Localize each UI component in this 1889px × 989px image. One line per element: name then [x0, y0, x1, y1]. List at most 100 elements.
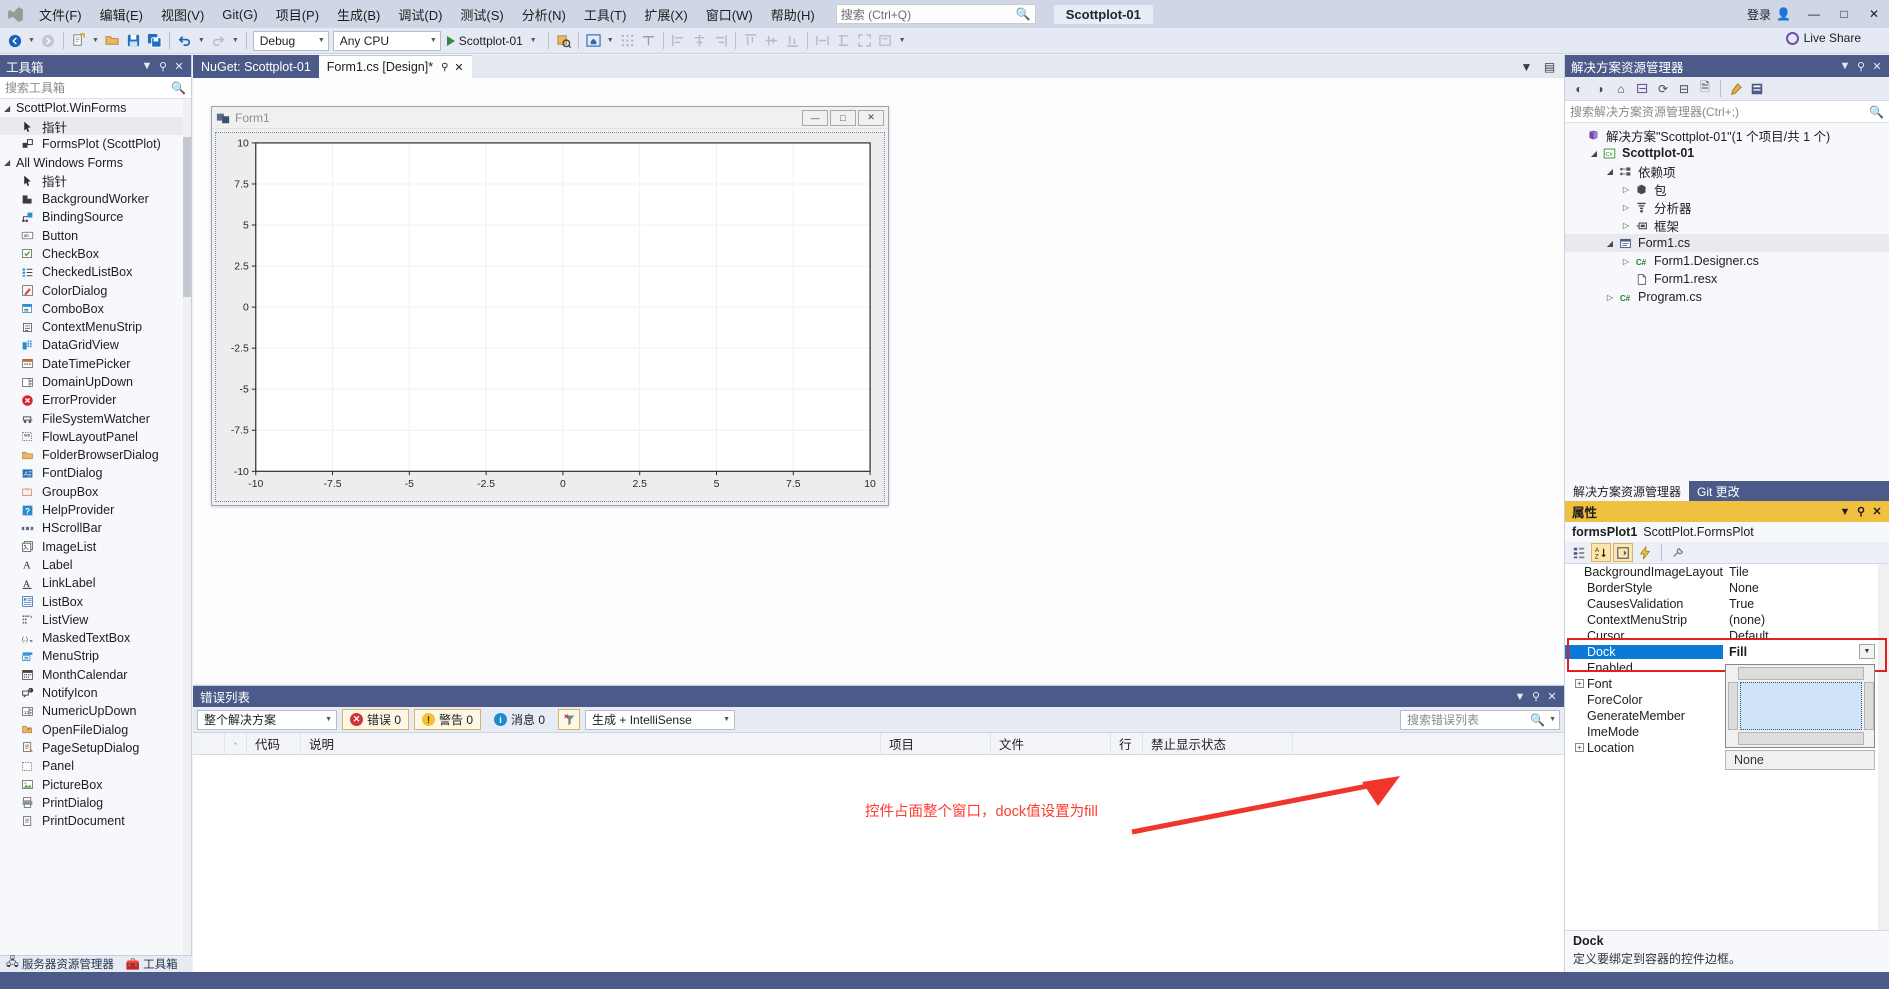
toolbox-item[interactable]: FormsPlot (ScottPlot)	[0, 135, 191, 153]
toolbox-item[interactable]: abButton	[0, 226, 191, 244]
toolbox-group-header[interactable]: ◢ScottPlot.WinForms	[0, 99, 191, 117]
formsplot-control[interactable]: -10-7.5-5-2.502.557.510-10-7.5-5-2.502.5…	[215, 132, 885, 502]
expand-icon[interactable]: +	[1575, 679, 1584, 688]
form-close-button[interactable]: ✕	[858, 110, 884, 126]
toolbox-item[interactable]: HScrollBar	[0, 519, 191, 537]
toolbox-item[interactable]: xyGroupBox	[0, 483, 191, 501]
property-row[interactable]: BorderStyleNone	[1565, 580, 1889, 596]
property-value-cell[interactable]: (none)	[1723, 613, 1889, 627]
se-show-all-files-icon[interactable]: 🗎	[1695, 79, 1715, 99]
property-value-cell[interactable]: True	[1723, 597, 1889, 611]
property-value-cell[interactable]: Default	[1723, 629, 1889, 643]
solution-explorer-close-icon[interactable]: ✕	[1869, 60, 1885, 73]
se-properties-icon[interactable]	[1747, 79, 1767, 99]
tree-twisty-icon[interactable]: ▷	[1619, 185, 1633, 194]
maximize-button[interactable]: □	[1829, 0, 1859, 28]
live-share-button[interactable]: Live Share	[1786, 31, 1861, 45]
column-suppression-state[interactable]: 禁止显示状态	[1143, 733, 1293, 755]
dock-dropdown-icon[interactable]: ▼	[1859, 644, 1875, 659]
menu-window[interactable]: 窗口(W)	[697, 1, 762, 28]
se-forward-icon[interactable]: ◑	[1590, 79, 1610, 99]
menu-build[interactable]: 生成(B)	[328, 1, 389, 28]
toolbox-item[interactable]: PictureBox	[0, 775, 191, 793]
toolbar-overflow-icon[interactable]: ▼	[896, 37, 909, 44]
error-scope-combo[interactable]: 整个解决方案 ▼	[197, 710, 337, 730]
column-icon[interactable]	[193, 733, 225, 755]
menu-test[interactable]: 测试(S)	[451, 1, 512, 28]
new-project-dropdown-icon[interactable]: ▼	[89, 37, 102, 44]
toolbox-item[interactable]: FlowLayoutPanel	[0, 428, 191, 446]
properties-scrollbar[interactable]	[1878, 564, 1889, 930]
dock-top-option[interactable]	[1738, 667, 1864, 680]
menu-file[interactable]: 文件(F)	[30, 1, 91, 28]
toolbox-item[interactable]: DateTimePicker	[0, 355, 191, 373]
open-file-icon[interactable]	[102, 30, 123, 51]
dock-bottom-option[interactable]	[1738, 732, 1864, 745]
error-list-dropdown-icon[interactable]: ▼	[1512, 691, 1528, 703]
error-list-search-input[interactable]: 搜索错误列表 🔍 ▼	[1400, 710, 1560, 730]
property-row[interactable]: CursorDefault	[1565, 628, 1889, 644]
tree-twisty-icon[interactable]: ▷	[1619, 257, 1633, 266]
toolbox-item[interactable]: ?HelpProvider	[0, 501, 191, 519]
column-description[interactable]: 说明	[301, 733, 881, 755]
menu-analyze[interactable]: 分析(N)	[513, 1, 575, 28]
platform-combo[interactable]: Any CPU ▼	[333, 31, 441, 51]
scottplot-chart[interactable]: -10-7.5-5-2.502.557.510-10-7.5-5-2.502.5…	[218, 135, 882, 499]
dock-value-editor[interactable]	[1725, 664, 1875, 748]
tree-twisty-icon[interactable]: ◢	[1603, 167, 1617, 176]
solution-tree-item[interactable]: ▷框架	[1565, 216, 1889, 234]
form-maximize-button[interactable]: □	[830, 110, 856, 126]
toolbox-search-input[interactable]: 搜索工具箱 🔍	[0, 77, 191, 99]
column-file[interactable]: 文件	[991, 733, 1111, 755]
menu-git[interactable]: Git(G)	[213, 3, 266, 26]
split-view-icon[interactable]: ▤	[1539, 56, 1560, 77]
errors-toggle-button[interactable]: ✕ 错误 0	[342, 709, 409, 730]
tree-twisty-icon[interactable]: ◢	[1603, 239, 1617, 248]
toolbox-scroll-thumb[interactable]	[183, 137, 191, 297]
toolbox-item[interactable]: CheckBox	[0, 245, 191, 263]
properties-object-selector[interactable]: formsPlot1 ScottPlot.FormsPlot	[1565, 522, 1889, 542]
close-button[interactable]: ✕	[1859, 0, 1889, 28]
toolbox-item[interactable]: AFontDialog	[0, 464, 191, 482]
solution-tree-item[interactable]: 解决方案"Scottplot-01"(1 个项目/共 1 个)	[1565, 126, 1889, 144]
se-back-icon[interactable]: ◐	[1569, 79, 1589, 99]
menu-edit[interactable]: 编辑(E)	[91, 1, 152, 28]
undo-icon[interactable]	[174, 30, 195, 51]
toolbox-item[interactable]: PrintDialog	[0, 794, 191, 812]
tab-toolbox[interactable]: 🧰 工具箱	[120, 956, 184, 972]
tab-form1-design[interactable]: Form1.cs [Design]* ⚲ ✕	[319, 55, 472, 78]
home-view-icon[interactable]	[583, 30, 604, 51]
properties-grid[interactable]: BackgroundImageLayoutTileBorderStyleNone…	[1565, 564, 1889, 930]
error-list-pin-icon[interactable]: ⚲	[1528, 690, 1544, 703]
toolbox-item[interactable]: ImageList	[0, 538, 191, 556]
toolbox-item[interactable]: OpenFileDialog	[0, 721, 191, 739]
toolbox-item[interactable]: MonthCalendar	[0, 666, 191, 684]
toolbox-item[interactable]: ColorDialog	[0, 281, 191, 299]
tab-nuget[interactable]: NuGet: Scottplot-01	[193, 55, 319, 78]
solution-tree-item[interactable]: ▷C#Program.cs	[1565, 288, 1889, 306]
se-pending-changes-icon[interactable]	[1632, 79, 1652, 99]
tree-twisty-icon[interactable]: ▷	[1619, 203, 1633, 212]
se-refresh-icon[interactable]: ⟳	[1653, 79, 1673, 99]
toolbox-item[interactable]: PrintDocument	[0, 812, 191, 830]
solution-tree-item[interactable]: Form1.resx	[1565, 270, 1889, 288]
messages-toggle-button[interactable]: i 消息 0	[486, 709, 553, 730]
menu-view[interactable]: 视图(V)	[152, 1, 213, 28]
toolbox-item[interactable]: ALabel	[0, 556, 191, 574]
toolbox-item[interactable]: DomainUpDown	[0, 373, 191, 391]
warnings-toggle-button[interactable]: ! 警告 0	[414, 709, 481, 730]
home-view-dropdown-icon[interactable]: ▼	[604, 37, 617, 44]
property-row[interactable]: BackgroundImageLayoutTile	[1565, 564, 1889, 580]
toolbox-close-icon[interactable]: ✕	[171, 60, 187, 73]
toolbox-item[interactable]: 指针	[0, 172, 191, 190]
properties-view-icon[interactable]	[1613, 543, 1633, 562]
new-project-icon[interactable]	[68, 30, 89, 51]
sign-in-button[interactable]: 登录 👤	[1739, 6, 1799, 23]
form1-design-window[interactable]: Form1 — □ ✕ -10-7.5-5-2.502.557.510-10-7…	[211, 106, 889, 506]
expand-icon[interactable]: +	[1575, 743, 1584, 752]
solution-explorer-dropdown-icon[interactable]: ▼	[1837, 60, 1853, 72]
dock-left-option[interactable]	[1728, 682, 1738, 730]
undo-dropdown-icon[interactable]: ▼	[195, 37, 208, 44]
categorized-view-icon[interactable]	[1569, 543, 1589, 562]
toolbox-item[interactable]: PageSetupDialog	[0, 739, 191, 757]
